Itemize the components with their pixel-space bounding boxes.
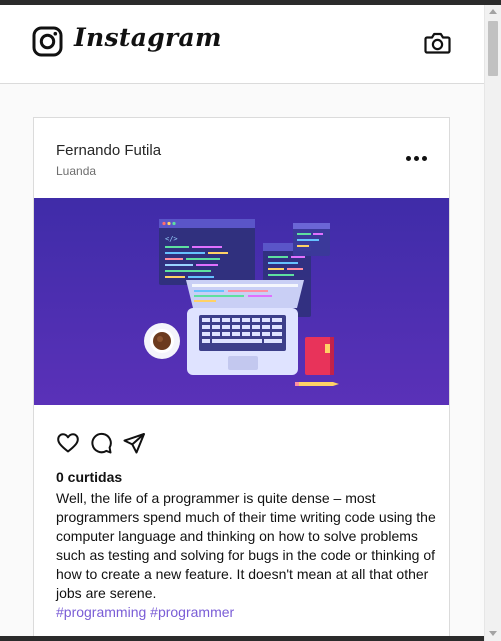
brand-wordmark[interactable]: Instagram (74, 23, 222, 52)
svg-text:</>: </> (165, 235, 178, 243)
laptop-illustration (186, 280, 304, 375)
post-card: Fernando Futila Luanda </> 0 curtidas We… (33, 117, 450, 641)
post-author-name[interactable]: Fernando Futila (56, 142, 161, 159)
vertical-scrollbar[interactable] (484, 5, 501, 641)
code-window-illustration: </> (159, 219, 255, 285)
instagram-logo-icon[interactable] (32, 26, 63, 57)
heart-icon[interactable] (56, 431, 80, 455)
window-bottom-edge (0, 636, 484, 641)
coffee-cup-illustration (144, 323, 180, 359)
more-options-icon[interactable] (406, 156, 428, 162)
scrollbar-thumb[interactable] (488, 21, 498, 76)
post-hashtags: #programming #programmer (56, 603, 234, 622)
post-caption: Well, the life of a programmer is quite … (56, 490, 436, 601)
hashtag-link[interactable]: #programming (56, 604, 146, 620)
send-icon[interactable] (122, 431, 146, 455)
scroll-up-arrow-icon[interactable] (489, 9, 497, 14)
post-image: </> (34, 198, 449, 405)
hashtag-link[interactable]: #programmer (150, 604, 234, 620)
comment-icon[interactable] (89, 431, 113, 455)
post-location[interactable]: Luanda (56, 164, 96, 178)
camera-icon[interactable] (424, 30, 451, 55)
scroll-down-arrow-icon[interactable] (489, 631, 497, 636)
likes-count[interactable]: 0 curtidas (56, 469, 122, 485)
app-header: Instagram (0, 5, 484, 84)
